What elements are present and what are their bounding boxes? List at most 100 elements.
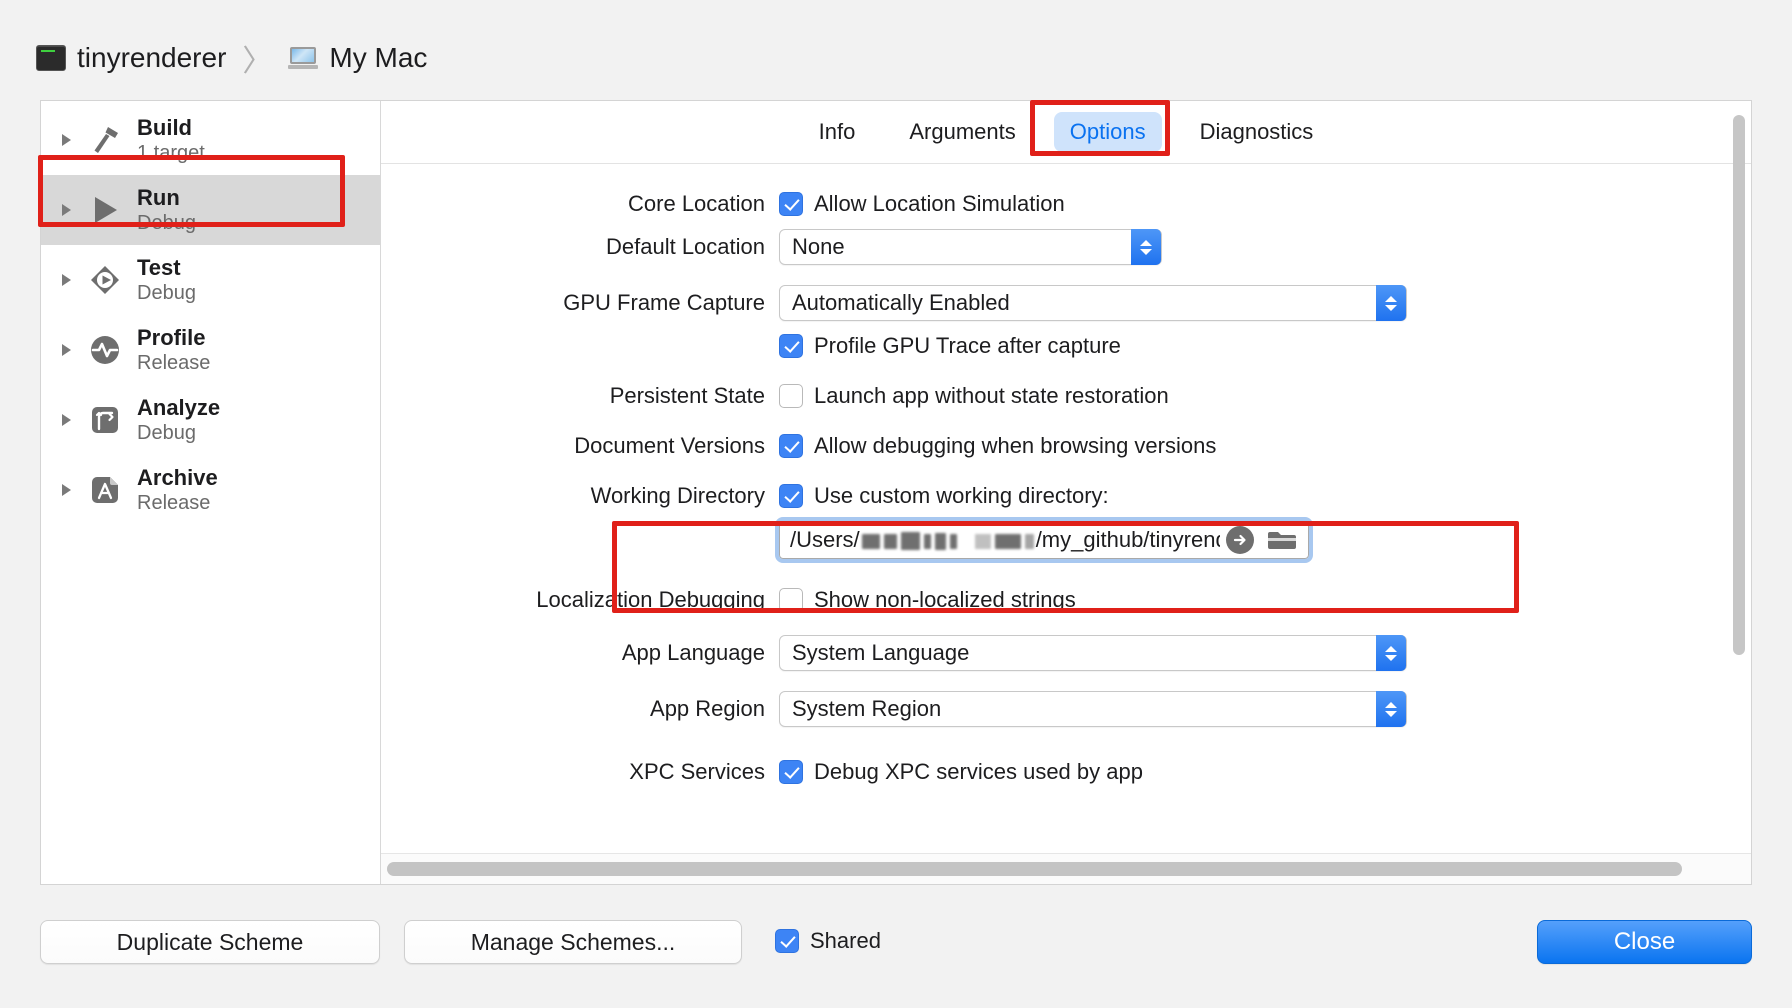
allow-location-simulation-checkbox[interactable]	[779, 192, 803, 216]
working-directory-path-input[interactable]: /Users/ /my_github/tinyrendere	[775, 517, 1313, 563]
breadcrumb-project[interactable]: tinyrenderer	[36, 42, 226, 74]
app-language-value: System Language	[792, 640, 970, 665]
app-language-select[interactable]: System Language	[779, 635, 1407, 671]
default-location-label: Default Location	[606, 234, 765, 259]
sidebar-item-test-subtitle: Debug	[137, 281, 196, 304]
working-directory-label: Working Directory	[590, 483, 765, 508]
sidebar-item-analyze-subtitle: Debug	[137, 421, 196, 444]
allow-debugging-browsing-versions-checkbox[interactable]	[779, 434, 803, 458]
chevron-updown-icon[interactable]	[1376, 285, 1406, 321]
options-content-pane: Info Arguments Options Diagnostics Core …	[381, 101, 1751, 884]
chevron-updown-icon[interactable]	[1376, 635, 1406, 671]
sidebar-item-profile[interactable]: Profile Release	[41, 315, 380, 385]
shared-checkbox[interactable]	[775, 929, 799, 953]
disclosure-triangle-icon[interactable]	[55, 129, 77, 151]
horizontal-scrollbar-track[interactable]	[381, 853, 1751, 884]
row-app-language: App Language System Language	[381, 635, 1751, 671]
sidebar-item-archive[interactable]: Archive Release	[41, 455, 380, 525]
allow-debugging-browsing-versions-label: Allow debugging when browsing versions	[814, 433, 1217, 458]
disclosure-triangle-icon[interactable]	[55, 339, 77, 361]
debug-xpc-services-label: Debug XPC services used by app	[814, 759, 1143, 784]
terminal-icon	[36, 45, 66, 71]
localization-debugging-label: Localization Debugging	[536, 587, 765, 612]
scheme-editor-window: tinyrenderer 〉 My Mac Build 1 target Run…	[0, 0, 1792, 1008]
sidebar-item-run[interactable]: Run Debug	[41, 175, 380, 245]
sidebar-item-analyze[interactable]: Analyze Debug	[41, 385, 380, 455]
test-diamond-icon	[85, 260, 125, 300]
xpc-services-label: XPC Services	[629, 759, 765, 784]
document-versions-label: Document Versions	[574, 433, 765, 458]
row-core-location: Core Location Allow Location Simulation	[381, 189, 1751, 219]
working-directory-path-prefix: /Users/	[790, 527, 860, 552]
chevron-updown-icon[interactable]	[1131, 229, 1161, 265]
use-custom-working-directory-label: Use custom working directory:	[814, 483, 1109, 508]
persistent-state-label: Persistent State	[609, 383, 765, 408]
app-region-value: System Region	[792, 696, 942, 721]
disclosure-triangle-icon[interactable]	[55, 409, 77, 431]
sidebar-item-build[interactable]: Build 1 target	[41, 105, 380, 175]
analyze-arrow-icon	[85, 400, 125, 440]
show-non-localized-strings-checkbox[interactable]	[779, 588, 803, 612]
gpu-frame-capture-value: Automatically Enabled	[792, 290, 1010, 315]
disclosure-triangle-icon[interactable]	[55, 199, 77, 221]
row-working-directory-path: /Users/ /my_github/tinyrendere	[381, 517, 1751, 563]
debug-xpc-services-checkbox[interactable]	[779, 760, 803, 784]
disclosure-triangle-icon[interactable]	[55, 479, 77, 501]
scheme-actions-sidebar: Build 1 target Run Debug Test Debug Prof…	[41, 101, 381, 884]
shared-checkbox-group: Shared	[775, 928, 881, 954]
row-working-directory: Working Directory Use custom working dir…	[381, 481, 1751, 511]
chevron-updown-icon[interactable]	[1376, 691, 1406, 727]
tab-info[interactable]: Info	[803, 112, 872, 152]
launch-without-state-restoration-checkbox[interactable]	[779, 384, 803, 408]
options-form: Core Location Allow Location Simulation …	[381, 163, 1751, 854]
bottom-action-bar: Duplicate Scheme Manage Schemes... Share…	[0, 885, 1792, 1008]
duplicate-scheme-button[interactable]: Duplicate Scheme	[40, 920, 380, 964]
working-directory-path-suffix: /my_github/tinyrendere	[1035, 527, 1220, 552]
breadcrumb: tinyrenderer 〉 My Mac	[36, 36, 427, 80]
tab-bar: Info Arguments Options Diagnostics	[381, 101, 1751, 164]
gpu-frame-capture-label: GPU Frame Capture	[563, 290, 765, 315]
app-region-select[interactable]: System Region	[779, 691, 1407, 727]
default-location-value: None	[792, 234, 845, 259]
row-localization-debugging: Localization Debugging Show non-localize…	[381, 585, 1751, 615]
app-language-label: App Language	[621, 640, 765, 665]
breadcrumb-destination[interactable]: My Mac	[288, 42, 427, 74]
use-custom-working-directory-checkbox[interactable]	[779, 484, 803, 508]
sidebar-item-profile-subtitle: Release	[137, 351, 211, 374]
profile-gpu-trace-checkbox[interactable]	[779, 334, 803, 358]
vertical-scrollbar[interactable]	[1733, 115, 1745, 655]
sidebar-item-analyze-title: Analyze	[137, 395, 221, 421]
breadcrumb-destination-label: My Mac	[329, 42, 428, 73]
row-app-region: App Region System Region	[381, 691, 1751, 727]
folder-icon[interactable]	[1266, 528, 1298, 552]
launch-without-state-restoration-label: Launch app without state restoration	[814, 383, 1169, 408]
arrow-right-circle-icon[interactable]	[1226, 526, 1254, 554]
gpu-frame-capture-select[interactable]: Automatically Enabled	[779, 285, 1407, 321]
row-persistent-state: Persistent State Launch app without stat…	[381, 381, 1751, 411]
tab-options[interactable]: Options	[1053, 112, 1162, 152]
disclosure-triangle-icon[interactable]	[55, 269, 77, 291]
close-button[interactable]: Close	[1537, 920, 1752, 964]
archive-box-icon	[85, 470, 125, 510]
tab-arguments[interactable]: Arguments	[893, 112, 1031, 152]
show-non-localized-strings-label: Show non-localized strings	[814, 587, 1076, 612]
row-xpc-services: XPC Services Debug XPC services used by …	[381, 757, 1751, 787]
hammer-icon	[85, 120, 125, 160]
breadcrumb-separator-icon: 〉	[242, 45, 273, 78]
breadcrumb-project-label: tinyrenderer	[77, 42, 227, 73]
default-location-select[interactable]: None	[779, 229, 1162, 265]
profile-gpu-trace-label: Profile GPU Trace after capture	[814, 333, 1121, 358]
manage-schemes-button[interactable]: Manage Schemes...	[404, 920, 742, 964]
sidebar-item-profile-title: Profile	[137, 325, 206, 351]
sidebar-item-test-title: Test	[137, 255, 181, 281]
laptop-icon	[288, 47, 319, 69]
tab-diagnostics[interactable]: Diagnostics	[1184, 112, 1330, 152]
sidebar-item-run-subtitle: Debug	[137, 211, 196, 234]
horizontal-scrollbar-thumb[interactable]	[387, 862, 1682, 876]
sidebar-item-test[interactable]: Test Debug	[41, 245, 380, 315]
sidebar-item-build-subtitle: 1 target	[137, 141, 205, 164]
row-gpu-frame-capture: GPU Frame Capture Automatically Enabled	[381, 285, 1751, 321]
row-document-versions: Document Versions Allow debugging when b…	[381, 431, 1751, 461]
sidebar-item-archive-subtitle: Release	[137, 491, 211, 514]
row-default-location: Default Location None	[381, 229, 1751, 265]
